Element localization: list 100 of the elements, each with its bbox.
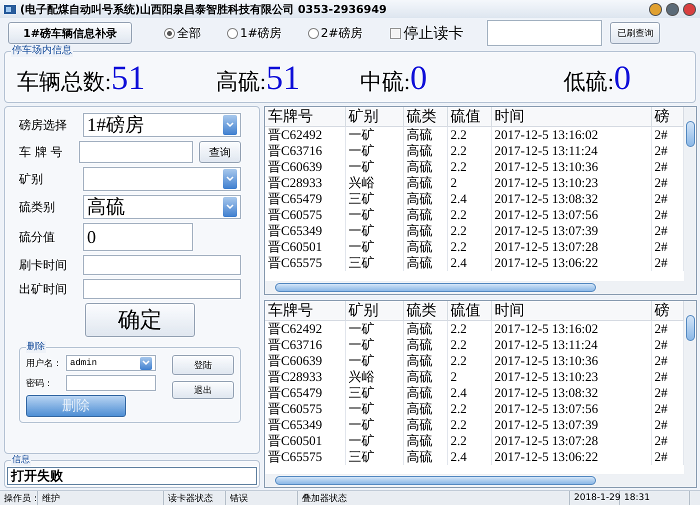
swiped-query-button[interactable]: 已刷查询 bbox=[610, 22, 660, 44]
stat-value: 0 bbox=[410, 60, 428, 98]
table-cell: 2017-12-5 13:10:36 bbox=[491, 352, 651, 368]
table-cell: 高硫 bbox=[403, 159, 447, 175]
input-field[interactable]: 0 bbox=[83, 223, 193, 251]
column-header[interactable]: 时间 bbox=[491, 107, 651, 126]
field-label: 用户名： bbox=[26, 358, 63, 370]
radio-button[interactable]: 1#磅房 bbox=[227, 24, 282, 42]
horizontal-scrollbar[interactable] bbox=[265, 474, 696, 487]
stop-reading-checkbox[interactable]: 停止读卡 bbox=[390, 24, 464, 42]
data-table[interactable] bbox=[264, 106, 697, 294]
table-cell: 2017-12-5 13:07:56 bbox=[491, 400, 651, 416]
table-cell: 一矿 bbox=[345, 207, 403, 223]
table-cell: 2.2 bbox=[447, 207, 491, 223]
table-cell: 2.2 bbox=[447, 400, 491, 416]
vertical-scrollbar[interactable] bbox=[684, 300, 696, 474]
table-cell: 三矿 bbox=[345, 384, 403, 400]
column-header[interactable]: 矿别 bbox=[345, 300, 403, 320]
input-field[interactable] bbox=[83, 255, 241, 275]
table-cell: 2.2 bbox=[447, 352, 491, 368]
data-table[interactable] bbox=[264, 300, 697, 488]
radio-button[interactable]: 全部 bbox=[164, 24, 201, 42]
table-cell: 2017-12-5 13:11:24 bbox=[491, 336, 651, 352]
table-cell: 2017-12-5 13:06:22 bbox=[491, 448, 651, 464]
table-cell: 2.2 bbox=[447, 320, 491, 336]
input-field[interactable] bbox=[487, 20, 602, 46]
select-field[interactable]: 高硫 bbox=[83, 195, 241, 219]
table-cell: 晋C63716 bbox=[265, 336, 345, 352]
table-cell: 2.2 bbox=[447, 159, 491, 175]
query-button[interactable]: 查询 bbox=[199, 141, 241, 163]
table-cell: 高硫 bbox=[403, 400, 447, 416]
table-cell: 高硫 bbox=[403, 207, 447, 223]
column-header[interactable]: 磅 bbox=[651, 300, 684, 320]
password-field[interactable] bbox=[66, 375, 156, 391]
table-cell: 高硫 bbox=[403, 223, 447, 239]
caret-icon[interactable] bbox=[223, 169, 237, 189]
maximize-icon[interactable] bbox=[666, 2, 679, 16]
table-cell: 2017-12-5 13:16:02 bbox=[491, 126, 651, 143]
table-cell: 高硫 bbox=[403, 320, 447, 336]
vertical-scrollbar[interactable] bbox=[684, 107, 696, 280]
username-select[interactable]: admin bbox=[66, 355, 156, 371]
table-cell: 2017-12-5 13:10:23 bbox=[491, 175, 651, 191]
status-text: 维护 bbox=[38, 491, 164, 505]
column-header[interactable]: 硫类 bbox=[403, 107, 447, 126]
column-header[interactable]: 时间 bbox=[491, 300, 651, 320]
table-cell: 晋C60501 bbox=[265, 432, 345, 448]
confirm-button[interactable]: 确定 bbox=[85, 303, 195, 337]
group-legend: 停车场内信息 bbox=[11, 45, 73, 57]
table-cell: 2017-12-5 13:06:22 bbox=[491, 255, 651, 271]
supplement-button[interactable]: 1#磅车辆信息补录 bbox=[8, 22, 132, 44]
caret-icon[interactable] bbox=[223, 197, 237, 217]
close-icon[interactable] bbox=[683, 2, 696, 16]
table-cell: 晋C65349 bbox=[265, 416, 345, 432]
table-cell: 三矿 bbox=[345, 448, 403, 464]
stat-value: 51 bbox=[111, 60, 146, 98]
column-header[interactable]: 车牌号 bbox=[265, 300, 345, 320]
minimize-icon[interactable] bbox=[649, 2, 662, 16]
caret-icon[interactable] bbox=[223, 115, 237, 135]
table-cell: 2.4 bbox=[447, 448, 491, 464]
column-header[interactable]: 磅 bbox=[651, 107, 684, 126]
table-cell: 晋C65575 bbox=[265, 448, 345, 464]
horizontal-scrollbar[interactable] bbox=[265, 280, 696, 294]
field-label: 密码： bbox=[26, 378, 54, 390]
input-field[interactable] bbox=[83, 279, 241, 299]
window-title: (电子配煤自动叫号系统)山西阳泉昌泰智胜科技有限公司 0353-2936949 bbox=[20, 2, 388, 16]
table-cell: 兴峪 bbox=[345, 368, 403, 384]
stat-value: 0 bbox=[614, 60, 631, 98]
table-cell: 高硫 bbox=[403, 384, 447, 400]
stat-label: 车辆总数: bbox=[17, 68, 112, 96]
table-cell: 晋C65479 bbox=[265, 191, 345, 207]
stat-label: 高硫: bbox=[216, 68, 266, 96]
login-button[interactable]: 登陆 bbox=[172, 355, 234, 375]
input-field[interactable] bbox=[79, 141, 194, 163]
exit-button[interactable]: 退出 bbox=[172, 381, 234, 399]
field-label: 磅房选择 bbox=[19, 116, 68, 134]
table-cell: 2.2 bbox=[447, 126, 491, 143]
caret-icon[interactable] bbox=[140, 356, 152, 370]
table-cell: 晋C62492 bbox=[265, 126, 345, 143]
status-text: 操作员： bbox=[0, 491, 38, 505]
table-cell: 晋C60575 bbox=[265, 207, 345, 223]
select-field[interactable] bbox=[83, 167, 241, 191]
table-cell: 一矿 bbox=[345, 223, 403, 239]
table-cell: 2 bbox=[447, 368, 491, 384]
column-header[interactable]: 矿别 bbox=[345, 107, 403, 126]
table-cell: 2.2 bbox=[447, 223, 491, 239]
column-header[interactable]: 车牌号 bbox=[265, 107, 345, 126]
radio-button[interactable]: 2#磅房 bbox=[308, 24, 362, 42]
table-cell: 2.2 bbox=[447, 239, 491, 255]
status-text: 读卡器状态 bbox=[164, 491, 226, 505]
table-cell: 一矿 bbox=[345, 416, 403, 432]
column-header[interactable]: 硫值 bbox=[447, 107, 491, 126]
field-label: 硫类别 bbox=[19, 198, 56, 216]
column-header[interactable]: 硫类 bbox=[403, 300, 447, 320]
stat-label: 中硫: bbox=[360, 68, 410, 96]
table-cell: 2.4 bbox=[447, 384, 491, 400]
table-cell: 晋C63716 bbox=[265, 143, 345, 159]
column-header[interactable]: 硫值 bbox=[447, 300, 491, 320]
table-cell: 兴峪 bbox=[345, 175, 403, 191]
select-field[interactable]: 1#磅房 bbox=[83, 113, 241, 137]
table-cell: 高硫 bbox=[403, 143, 447, 159]
